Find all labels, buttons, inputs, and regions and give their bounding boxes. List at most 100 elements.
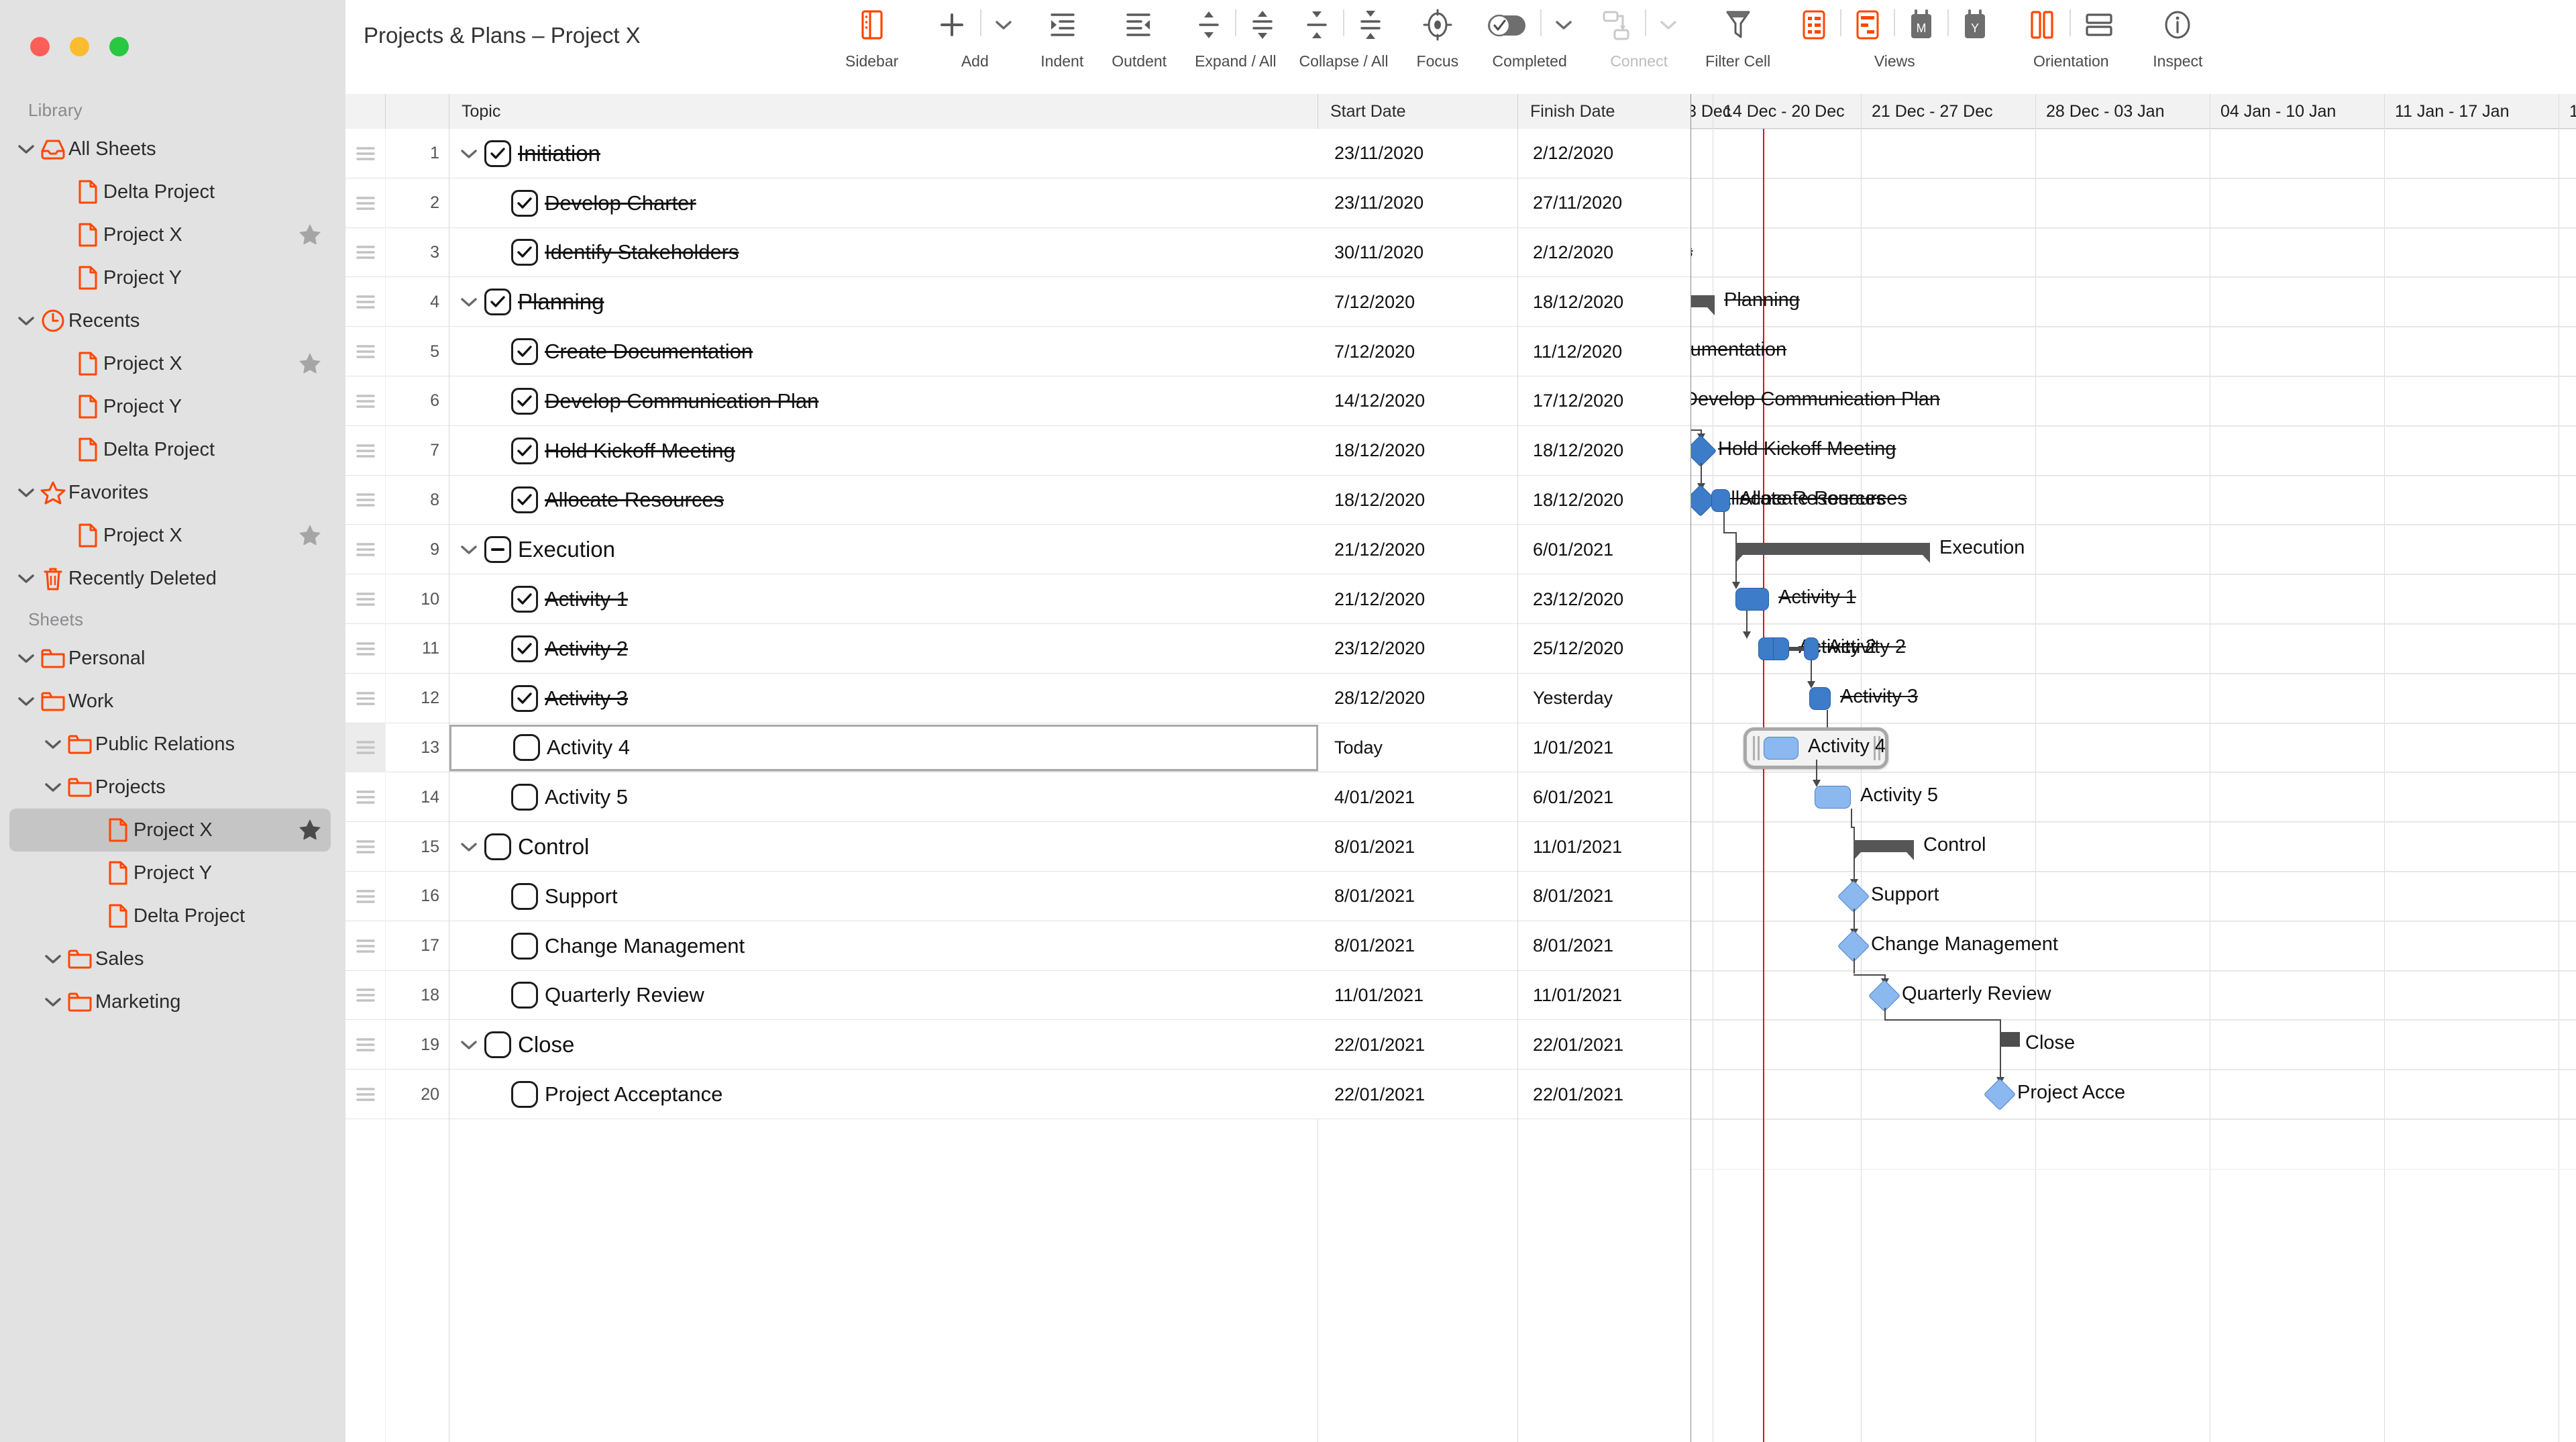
checkbox-checked[interactable] — [511, 387, 538, 415]
chevron-down-icon[interactable] — [42, 996, 64, 1007]
start-date-cell[interactable]: 4/01/2021 — [1318, 772, 1518, 823]
gantt-task-bar[interactable] — [1804, 637, 1819, 660]
row-drag-handle[interactable] — [345, 673, 386, 723]
column-header-topic[interactable]: Topic — [449, 94, 1318, 129]
horizontal-split-icon[interactable] — [2084, 9, 2114, 44]
topic-cell-close[interactable]: Close — [449, 1020, 1318, 1070]
favorite-star-icon[interactable] — [299, 352, 321, 376]
finish-date-cell[interactable]: 18/12/2020 — [1518, 425, 1691, 476]
row-disclosure-chevron-icon[interactable] — [453, 1039, 484, 1050]
checkbox-empty[interactable] — [511, 982, 538, 1009]
connect-icon[interactable] — [1601, 8, 1631, 45]
topic-cell-activity-4[interactable]: Activity 4 — [449, 724, 1318, 771]
row-drag-handle[interactable] — [345, 178, 386, 228]
finish-date-cell[interactable]: 2/12/2020 — [1518, 227, 1691, 278]
start-date-cell[interactable]: 28/12/2020 — [1318, 673, 1518, 723]
gantt-resize-grip-left2[interactable] — [1758, 735, 1760, 760]
collapse-all-icon[interactable] — [1358, 8, 1383, 45]
chevron-down-icon[interactable] — [42, 954, 64, 964]
start-date-cell[interactable]: 11/01/2021 — [1318, 970, 1518, 1021]
zoom-window-button[interactable] — [109, 37, 129, 56]
gantt-task-bar[interactable] — [1809, 686, 1831, 710]
toolbar-button-outdent[interactable]: Outdent — [1112, 0, 1167, 70]
minimize-window-button[interactable] — [70, 37, 89, 56]
topic-cell-develop-communication-plan[interactable]: Develop Communication Plan — [449, 376, 1318, 426]
sidebar-item-project-y[interactable]: Project Y — [9, 385, 331, 428]
favorite-star-icon[interactable] — [299, 818, 321, 843]
start-date-cell[interactable]: 30/11/2020 — [1318, 227, 1518, 278]
gantt-resize-grip-left[interactable] — [1753, 735, 1755, 760]
finish-date-cell[interactable]: 8/01/2021 — [1518, 872, 1691, 921]
sidebar-item-public-relations[interactable]: Public Relations — [9, 723, 331, 766]
gantt-milestone[interactable] — [1837, 880, 1870, 913]
gantt-task-bar[interactable] — [1815, 786, 1851, 809]
chevron-down-icon[interactable] — [15, 487, 38, 498]
topic-cell-support[interactable]: Support — [449, 872, 1318, 921]
finish-date-cell[interactable]: 6/01/2021 — [1518, 525, 1691, 575]
chevron-down-icon[interactable] — [1660, 19, 1677, 34]
row-drag-handle[interactable] — [345, 921, 386, 971]
row-disclosure-chevron-icon[interactable] — [453, 841, 484, 852]
column-header-finish-date[interactable]: Finish Date — [1518, 94, 1691, 129]
info-icon[interactable] — [2162, 8, 2193, 45]
row-drag-handle[interactable] — [345, 475, 386, 525]
column-header-start-date[interactable]: Start Date — [1318, 94, 1518, 129]
gantt-summary-bar[interactable] — [1854, 840, 1914, 853]
chevron-down-icon[interactable] — [42, 782, 64, 792]
row-drag-handle[interactable] — [345, 129, 386, 178]
start-date-cell[interactable]: 22/01/2021 — [1318, 1070, 1518, 1119]
favorite-star-icon[interactable] — [299, 223, 321, 248]
checkbox-checked[interactable] — [511, 486, 538, 514]
toolbar-button-collapse-all[interactable]: Collapse / All — [1299, 0, 1389, 70]
sidebar-item-project-x[interactable]: Project X — [9, 342, 331, 385]
checkbox-checked[interactable] — [511, 635, 538, 662]
toolbar-button-add[interactable]: Add — [937, 0, 1012, 70]
checkbox-checked[interactable] — [511, 189, 538, 217]
sidebar-item-work[interactable]: Work — [9, 680, 331, 723]
row-drag-handle[interactable] — [345, 723, 386, 773]
start-date-cell[interactable]: 8/01/2021 — [1318, 822, 1518, 872]
topic-cell-change-management[interactable]: Change Management — [449, 921, 1318, 971]
row-drag-handle[interactable] — [345, 574, 386, 624]
sidebar-item-projects[interactable]: Projects — [9, 766, 331, 809]
row-drag-handle[interactable] — [345, 624, 386, 674]
gantt-milestone[interactable] — [1983, 1078, 2017, 1111]
row-drag-handle[interactable] — [345, 872, 386, 921]
collapse-icon[interactable] — [1304, 8, 1330, 45]
finish-date-cell[interactable]: 8/01/2021 — [1518, 921, 1691, 971]
chevron-down-icon[interactable] — [15, 315, 38, 326]
checkbox-partial[interactable] — [484, 536, 511, 564]
start-date-cell[interactable]: 23/11/2020 — [1318, 178, 1518, 228]
expand-icon[interactable] — [1196, 8, 1222, 45]
row-drag-handle[interactable] — [345, 970, 386, 1021]
sidebar-icon[interactable] — [857, 7, 887, 46]
row-drag-handle[interactable] — [345, 227, 386, 278]
start-date-cell[interactable]: 8/01/2021 — [1318, 872, 1518, 921]
row-drag-handle[interactable] — [345, 772, 386, 823]
month-view-icon[interactable]: M — [1909, 9, 1934, 44]
checkbox-empty[interactable] — [484, 833, 511, 861]
finish-date-cell[interactable]: 1/01/2021 — [1518, 723, 1691, 773]
start-date-cell[interactable]: 18/12/2020 — [1318, 425, 1518, 476]
checkbox-empty[interactable] — [484, 1031, 511, 1059]
sidebar-item-delta-project[interactable]: Delta Project — [9, 170, 331, 213]
gantt-task-bar[interactable] — [1764, 736, 1799, 760]
checkbox-checked[interactable] — [511, 684, 538, 712]
topic-cell-quarterly-review[interactable]: Quarterly Review — [449, 971, 1318, 1021]
sidebar-item-recents[interactable]: Recents — [9, 299, 331, 342]
indent-icon[interactable] — [1045, 9, 1079, 44]
gantt-milestone[interactable] — [1868, 979, 1901, 1012]
plus-icon[interactable] — [937, 9, 967, 44]
row-drag-handle[interactable] — [345, 822, 386, 872]
start-date-cell[interactable]: 21/12/2020 — [1318, 525, 1518, 575]
checkbox-checked[interactable] — [484, 140, 511, 167]
start-date-cell[interactable]: 23/11/2020 — [1318, 129, 1518, 178]
start-date-cell[interactable]: 23/12/2020 — [1318, 624, 1518, 674]
topic-cell-planning[interactable]: Planning — [449, 277, 1318, 327]
funnel-icon[interactable] — [1725, 7, 1752, 46]
row-drag-handle[interactable] — [345, 1020, 386, 1070]
checkbox-empty[interactable] — [511, 932, 538, 960]
topic-cell-execution[interactable]: Execution — [449, 525, 1318, 574]
gantt-milestone[interactable] — [1837, 929, 1870, 962]
row-drag-handle[interactable] — [345, 327, 386, 376]
